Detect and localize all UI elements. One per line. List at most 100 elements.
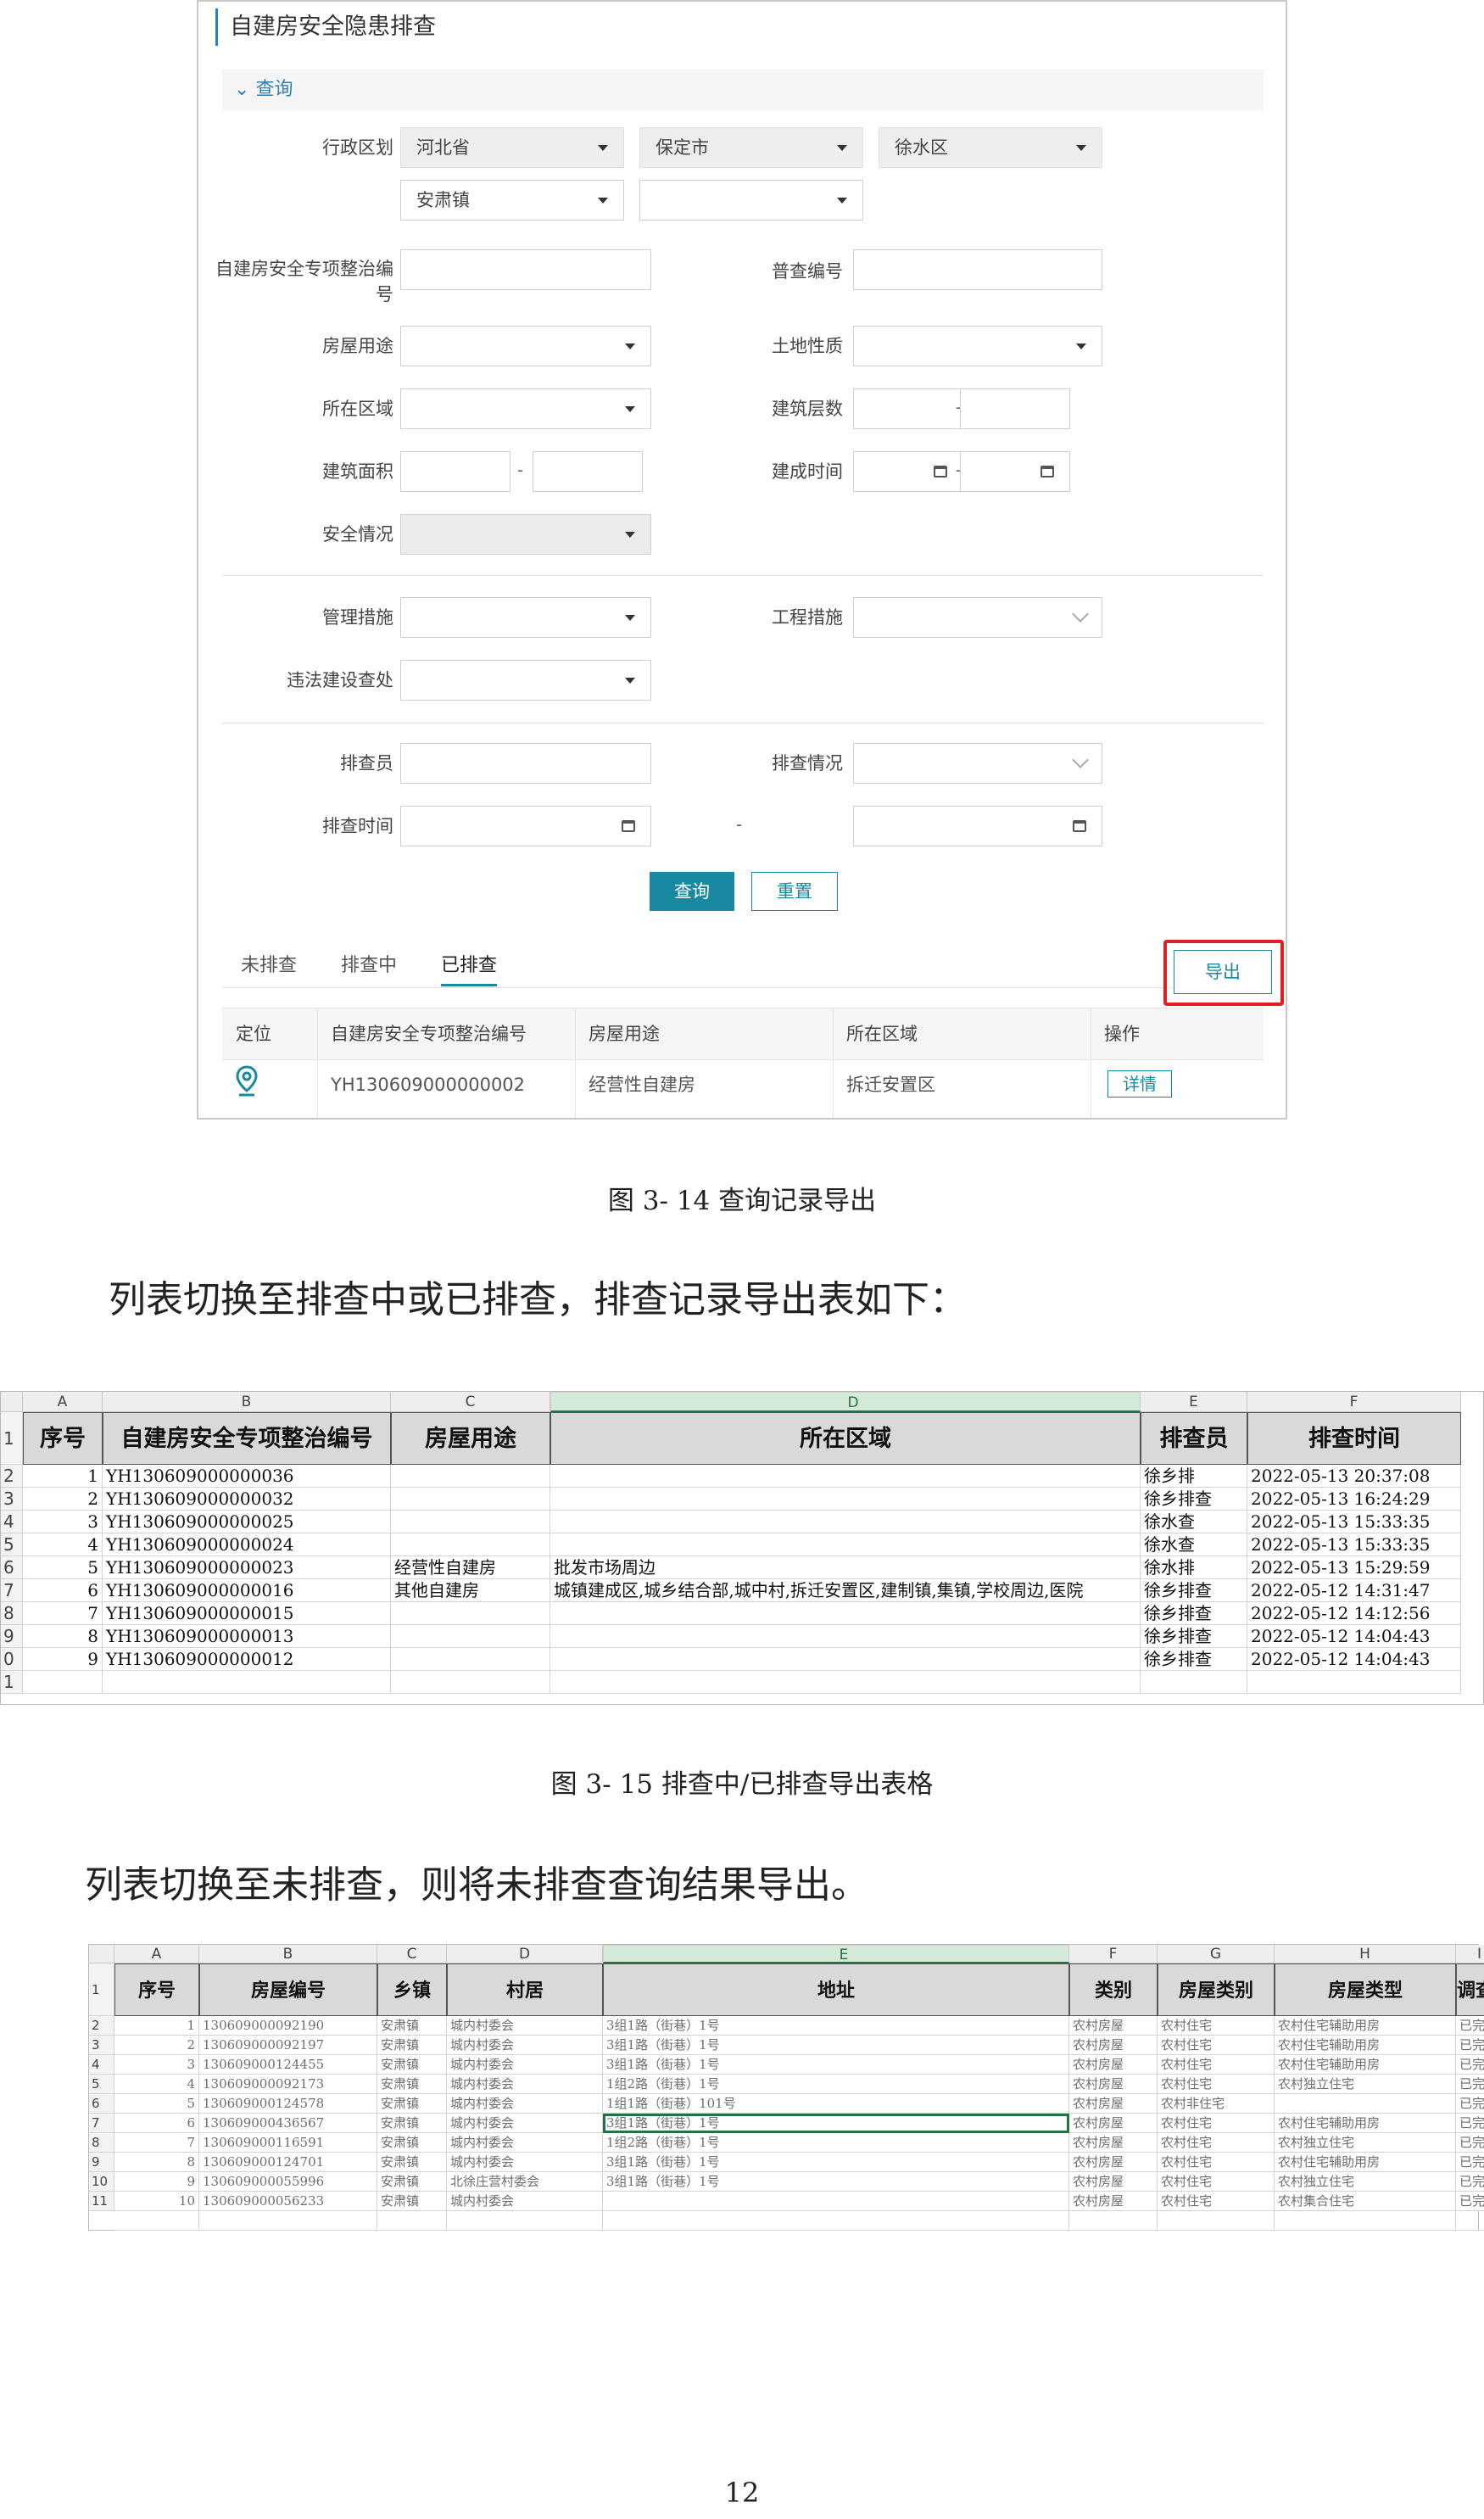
floors-max-input[interactable] bbox=[960, 388, 1070, 429]
location-pin-icon[interactable] bbox=[236, 1065, 258, 1098]
column-letter-c[interactable]: C bbox=[391, 1392, 550, 1412]
sheet-header-cell: 房屋类型 bbox=[1275, 1963, 1456, 2016]
sheet-cell: 1 bbox=[114, 2016, 199, 2036]
row-number[interactable]: 10 bbox=[89, 2172, 114, 2192]
sheet-cell: 城内村委会 bbox=[447, 2036, 603, 2055]
sheet-header-cell: 排查员 bbox=[1141, 1412, 1247, 1465]
sheet-cell: 安肃镇 bbox=[377, 2055, 447, 2075]
sheet-cell-empty bbox=[103, 1671, 391, 1694]
build-area-min-input[interactable] bbox=[400, 451, 510, 492]
row-number[interactable]: 9 bbox=[1, 1625, 23, 1648]
row-number[interactable]: 1 bbox=[89, 1963, 114, 2016]
sheet-cell-empty bbox=[377, 2211, 447, 2231]
sheet-cell: 经营性自建房 bbox=[391, 1556, 550, 1579]
column-letter-a[interactable]: A bbox=[23, 1392, 103, 1412]
sheet-cell: 2022-05-12 14:31:47 bbox=[1247, 1579, 1461, 1602]
sheet-corner[interactable] bbox=[1, 1392, 23, 1412]
query-toggle[interactable]: ⌄ 查询 bbox=[234, 76, 293, 103]
row-number[interactable]: 5 bbox=[1, 1533, 23, 1556]
calendar-icon[interactable] bbox=[1040, 466, 1054, 478]
row-number[interactable]: 4 bbox=[89, 2055, 114, 2075]
range-dash: - bbox=[955, 460, 962, 480]
sheet-cell: 安肃镇 bbox=[377, 2153, 447, 2172]
column-letter-g[interactable]: G bbox=[1158, 1945, 1275, 1963]
inspect-time-end-input[interactable] bbox=[853, 806, 1102, 846]
village-select[interactable] bbox=[639, 180, 863, 221]
tab-inspecting[interactable]: 排查中 bbox=[341, 953, 397, 979]
engineering-select[interactable] bbox=[853, 597, 1102, 638]
tab-inspected[interactable]: 已排查 bbox=[441, 953, 498, 986]
district-select[interactable]: 徐水区 bbox=[879, 127, 1102, 168]
row-number[interactable]: 8 bbox=[89, 2133, 114, 2153]
sheet-cell: 城镇建成区,城乡结合部,城中村,拆迁安置区,建制镇,集镇,学校周边,医院 bbox=[550, 1579, 1141, 1602]
row-number[interactable]: 1 bbox=[1, 1412, 23, 1465]
caret-down-icon bbox=[625, 406, 635, 412]
build-time-end-input[interactable] bbox=[960, 451, 1070, 492]
sheet-cell: 130609000092190 bbox=[199, 2016, 377, 2036]
sheet-corner[interactable] bbox=[89, 1945, 114, 1963]
caret-down-icon bbox=[625, 615, 635, 621]
row-number[interactable]: 5 bbox=[89, 2075, 114, 2094]
tab-not-inspected[interactable]: 未排查 bbox=[241, 953, 297, 979]
safety-select[interactable] bbox=[400, 514, 651, 555]
sheet-cell: YH130609000000036 bbox=[103, 1465, 391, 1488]
row-number[interactable]: 1 bbox=[1, 1671, 23, 1694]
row-number[interactable]: 3 bbox=[89, 2036, 114, 2055]
calendar-icon[interactable] bbox=[622, 820, 635, 832]
row-number[interactable]: 2 bbox=[89, 2016, 114, 2036]
row-number[interactable]: 0 bbox=[1, 1648, 23, 1671]
column-letter-f[interactable]: F bbox=[1247, 1392, 1461, 1412]
column-letter-a[interactable]: A bbox=[114, 1945, 199, 1963]
row-number[interactable]: 11 bbox=[89, 2192, 114, 2211]
inspect-status-label: 排查情况 bbox=[772, 753, 843, 774]
column-letter-b[interactable]: B bbox=[199, 1945, 377, 1963]
sheet-cell: 批发市场周边 bbox=[550, 1556, 1141, 1579]
town-select[interactable]: 安肃镇 bbox=[400, 180, 624, 221]
inspect-time-start-input[interactable] bbox=[400, 806, 651, 846]
sheet-cell: 10 bbox=[114, 2192, 199, 2211]
illegal-construction-select[interactable] bbox=[400, 660, 651, 701]
query-section-header[interactable]: ⌄ 查询 bbox=[222, 70, 1264, 110]
sheet-cell: 徐水排 bbox=[1141, 1556, 1247, 1579]
sheet-cell bbox=[391, 1648, 550, 1671]
inspect-time-label: 排查时间 bbox=[322, 816, 393, 836]
sheet-cell-empty bbox=[1247, 1671, 1461, 1694]
row-number[interactable]: 9 bbox=[89, 2153, 114, 2172]
inspector-input[interactable] bbox=[400, 743, 651, 784]
row-number[interactable]: 6 bbox=[1, 1556, 23, 1579]
land-nature-select[interactable] bbox=[853, 326, 1102, 366]
build-area-max-input[interactable] bbox=[533, 451, 643, 492]
row-number[interactable]: 3 bbox=[1, 1488, 23, 1511]
survey-no-input[interactable] bbox=[853, 249, 1102, 290]
province-select[interactable]: 河北省 bbox=[400, 127, 624, 168]
column-divider bbox=[575, 1008, 576, 1118]
row-number[interactable]: 7 bbox=[89, 2114, 114, 2133]
detail-button[interactable]: 详情 bbox=[1107, 1070, 1172, 1098]
reset-button[interactable]: 重置 bbox=[751, 872, 838, 911]
column-letter-d[interactable]: D bbox=[447, 1945, 603, 1963]
column-letter-b[interactable]: B bbox=[103, 1392, 391, 1412]
column-letter-c[interactable]: C bbox=[377, 1945, 447, 1963]
column-letter-e[interactable]: E bbox=[603, 1945, 1069, 1963]
row-number[interactable]: 7 bbox=[1, 1579, 23, 1602]
city-select[interactable]: 保定市 bbox=[639, 127, 863, 168]
inspect-status-select[interactable] bbox=[853, 743, 1102, 784]
row-number[interactable]: 8 bbox=[1, 1602, 23, 1625]
column-letter-e[interactable]: E bbox=[1141, 1392, 1247, 1412]
sheet-cell: 已完成 bbox=[1456, 2036, 1484, 2055]
column-letter-f[interactable]: F bbox=[1069, 1945, 1158, 1963]
sheet-cell: 安肃镇 bbox=[377, 2094, 447, 2114]
query-button[interactable]: 查询 bbox=[650, 872, 734, 911]
house-use-select[interactable] bbox=[400, 326, 651, 366]
special-no-input[interactable] bbox=[400, 249, 651, 290]
calendar-icon[interactable] bbox=[1073, 820, 1086, 832]
row-number[interactable]: 4 bbox=[1, 1511, 23, 1533]
row-number[interactable]: 2 bbox=[1, 1465, 23, 1488]
management-select[interactable] bbox=[400, 597, 651, 638]
column-letter-h[interactable]: H bbox=[1275, 1945, 1456, 1963]
column-letter-d[interactable]: D bbox=[550, 1392, 1141, 1412]
sheet-cell: 6 bbox=[114, 2114, 199, 2133]
row-number[interactable]: 6 bbox=[89, 2094, 114, 2114]
area-location-select[interactable] bbox=[400, 388, 651, 429]
column-letter-i[interactable]: I bbox=[1456, 1945, 1484, 1963]
